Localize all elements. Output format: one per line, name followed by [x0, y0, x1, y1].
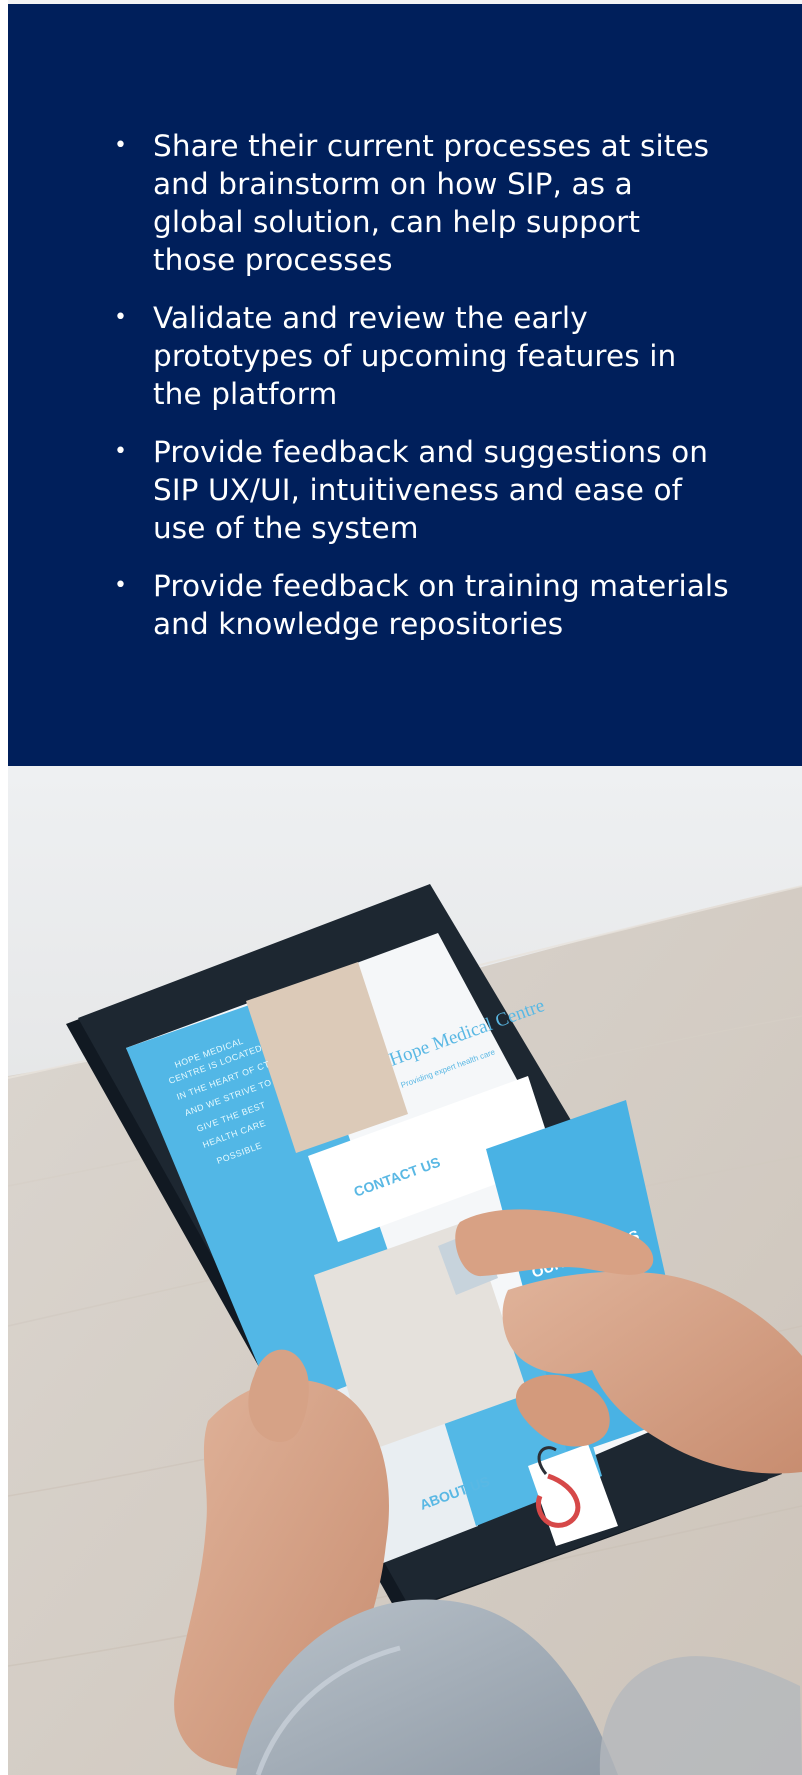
- bullet-dot-icon: •: [114, 305, 128, 330]
- bullet-dot-icon: •: [114, 133, 128, 158]
- page: • Share their current processes at sites…: [0, 0, 802, 1775]
- bullet-dot-icon: •: [114, 439, 128, 464]
- left-margin-strip: [0, 0, 8, 1775]
- tablet-hands-photo: HOPE MEDICAL CENTRE IS LOCATED IN THE HE…: [8, 766, 802, 1775]
- bullet-dot-icon: •: [114, 573, 128, 598]
- bullet-text: Validate and review the early prototypes…: [153, 301, 677, 411]
- bullet-item: • Validate and review the early prototyp…: [111, 299, 731, 413]
- bullet-item: • Provide feedback and suggestions on SI…: [111, 433, 731, 547]
- bullet-panel: • Share their current processes at sites…: [8, 4, 802, 766]
- bullet-list: • Share their current processes at sites…: [111, 127, 731, 663]
- bullet-item: • Provide feedback on training materials…: [111, 567, 731, 643]
- tablet-photo-illustration: HOPE MEDICAL CENTRE IS LOCATED IN THE HE…: [8, 766, 802, 1775]
- bullet-text: Provide feedback and suggestions on SIP …: [153, 435, 709, 545]
- bullet-item: • Share their current processes at sites…: [111, 127, 731, 279]
- bullet-text: Share their current processes at sites a…: [153, 129, 710, 277]
- bullet-text: Provide feedback on training materials a…: [153, 569, 729, 641]
